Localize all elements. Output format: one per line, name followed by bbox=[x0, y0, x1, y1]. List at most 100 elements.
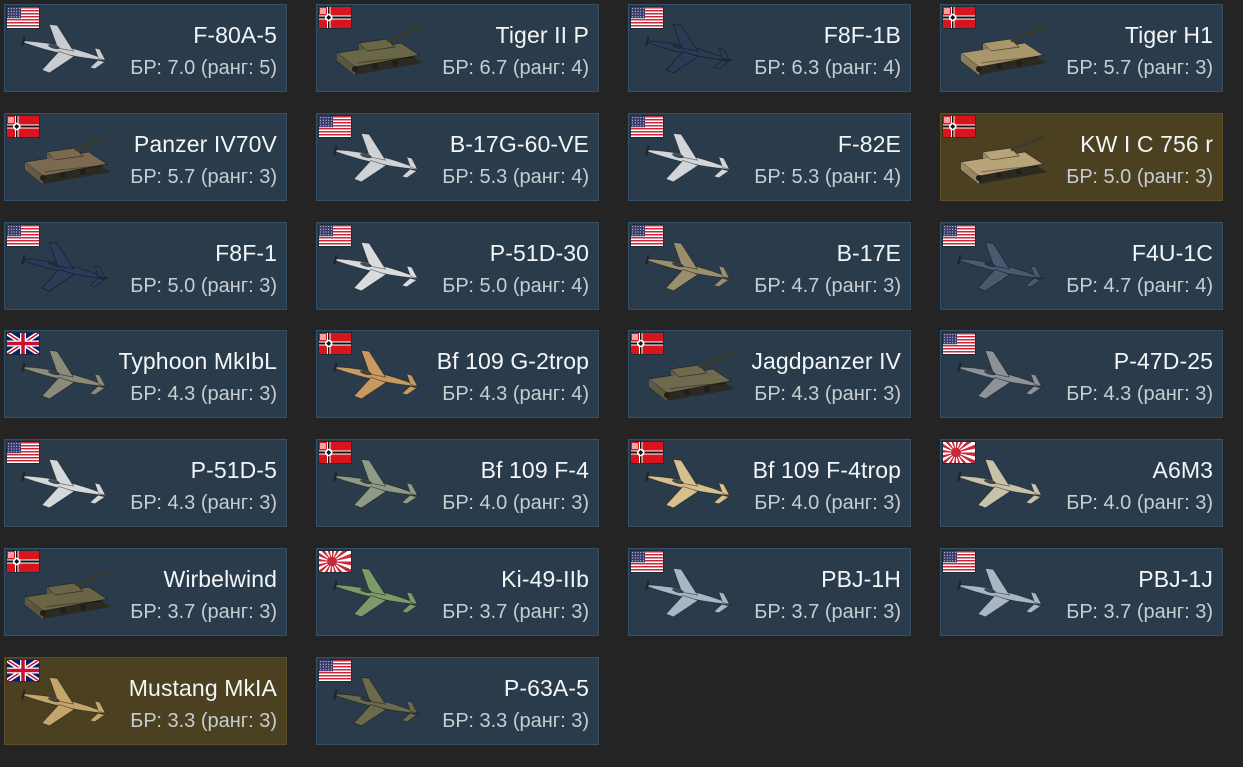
br-value: 4.3 bbox=[791, 383, 820, 406]
vehicle-card-pbj-1h[interactable]: PBJ-1H БР: 3.7 (ранг: 3) bbox=[628, 547, 911, 636]
br-prefix: БР: bbox=[754, 165, 786, 188]
br-prefix: БР: bbox=[442, 274, 474, 297]
vehicle-card-p-47d-25[interactable]: P-47D-25 БР: 4.3 (ранг: 3) bbox=[940, 330, 1223, 419]
rank-value: 3 bbox=[259, 165, 271, 188]
vehicle-card-jagdpanzer-iv[interactable]: Jagdpanzer IV БР: 4.3 (ранг: 3) bbox=[628, 330, 911, 419]
vehicle-card-f8f-1[interactable]: F8F-1 БР: 5.0 (ранг: 3) bbox=[4, 221, 287, 310]
vehicle-name: P-51D-5 bbox=[190, 457, 277, 484]
flag-usa-icon bbox=[942, 549, 976, 573]
vehicle-card-panzer-iv70v[interactable]: Panzer IV70V БР: 5.7 (ранг: 3) bbox=[4, 112, 287, 201]
vehicle-card-b-17e[interactable]: B-17E БР: 4.7 (ранг: 3) bbox=[628, 221, 911, 310]
rank-prefix: ранг: bbox=[207, 57, 254, 79]
flag-usa-icon bbox=[630, 223, 664, 247]
rank-value: 4 bbox=[1195, 274, 1207, 297]
flag-germany-icon bbox=[630, 441, 664, 465]
br-value: 6.3 bbox=[791, 57, 820, 79]
battle-rating: БР: 5.0 (ранг: 3) bbox=[130, 274, 277, 297]
br-value: 4.3 bbox=[167, 492, 196, 515]
rank-prefix: ранг: bbox=[831, 492, 878, 515]
rank-prefix: ранг: bbox=[519, 600, 566, 623]
br-prefix: БР: bbox=[130, 600, 162, 623]
vehicle-card-pbj-1j[interactable]: PBJ-1J БР: 3.7 (ранг: 3) bbox=[940, 547, 1223, 636]
vehicle-name: Jagdpanzer IV bbox=[751, 348, 901, 375]
battle-rating: БР: 3.7 (ранг: 3) bbox=[442, 600, 589, 623]
br-value: 4.3 bbox=[1103, 383, 1132, 406]
br-prefix: БР: bbox=[130, 383, 162, 406]
br-value: 5.7 bbox=[167, 165, 196, 188]
rank-value: 4 bbox=[883, 57, 895, 79]
vehicle-name: Tiger H1 bbox=[1124, 22, 1213, 48]
rank-prefix: ранг: bbox=[1143, 57, 1190, 79]
flag-germany-icon bbox=[942, 114, 976, 138]
vehicle-card-kw-i-c-756-r[interactable]: KW I C 756 r БР: 5.0 (ранг: 3) bbox=[940, 112, 1223, 201]
flag-usa-icon bbox=[6, 223, 40, 247]
br-prefix: БР: bbox=[1066, 165, 1098, 188]
rank-prefix: ранг: bbox=[519, 57, 566, 79]
vehicle-card-b-17g-60-ve[interactable]: B-17G-60-VE БР: 5.3 (ранг: 4) bbox=[316, 112, 599, 201]
br-value: 3.7 bbox=[1103, 600, 1132, 623]
battle-rating: БР: 6.3 (ранг: 4) bbox=[754, 57, 901, 79]
br-value: 4.0 bbox=[791, 492, 820, 515]
br-value: 3.3 bbox=[167, 709, 196, 732]
br-value: 5.0 bbox=[479, 274, 508, 297]
br-value: 3.7 bbox=[791, 600, 820, 623]
br-prefix: БР: bbox=[130, 57, 162, 79]
battle-rating: БР: 4.3 (ранг: 4) bbox=[442, 383, 589, 406]
vehicle-card-bf-109-f-4[interactable]: Bf 109 F-4 БР: 4.0 (ранг: 3) bbox=[316, 439, 599, 528]
vehicle-card-bf-109-f-4trop[interactable]: Bf 109 F-4trop БР: 4.0 (ранг: 3) bbox=[628, 439, 911, 528]
vehicle-card-ki-49-iib[interactable]: Ki-49-IIb БР: 3.7 (ранг: 3) bbox=[316, 547, 599, 636]
flag-japan-icon bbox=[318, 549, 352, 573]
br-prefix: БР: bbox=[442, 383, 474, 406]
vehicle-card-p-51d-5[interactable]: P-51D-5 БР: 4.3 (ранг: 3) bbox=[4, 439, 287, 528]
vehicle-card-f4u-1c[interactable]: F4U-1C БР: 4.7 (ранг: 4) bbox=[940, 221, 1223, 310]
vehicle-card-a6m3[interactable]: A6M3 БР: 4.0 (ранг: 3) bbox=[940, 439, 1223, 528]
rank-value: 3 bbox=[571, 492, 583, 515]
battle-rating: БР: 5.3 (ранг: 4) bbox=[754, 165, 901, 188]
rank-value: 3 bbox=[259, 492, 271, 515]
br-value: 4.3 bbox=[167, 383, 196, 406]
battle-rating: БР: 6.7 (ранг: 4) bbox=[442, 57, 589, 79]
vehicle-name: B-17G-60-VE bbox=[449, 130, 589, 157]
rank-prefix: ранг: bbox=[519, 383, 566, 406]
br-value: 5.0 bbox=[167, 274, 196, 297]
flag-germany-icon bbox=[318, 441, 352, 465]
vehicle-card-tiger-ii-p[interactable]: Tiger II P БР: 6.7 (ранг: 4) bbox=[316, 4, 599, 92]
vehicle-card-wirbelwind[interactable]: Wirbelwind БР: 3.7 (ранг: 3) bbox=[4, 547, 287, 636]
br-prefix: БР: bbox=[754, 274, 786, 297]
vehicle-card-typhoon-mkibl[interactable]: Typhoon MkIbL БР: 4.3 (ранг: 3) bbox=[4, 330, 287, 419]
rank-value: 3 bbox=[883, 492, 895, 515]
br-prefix: БР: bbox=[754, 57, 786, 79]
br-value: 3.3 bbox=[479, 709, 508, 732]
br-value: 3.7 bbox=[167, 600, 196, 623]
vehicle-name: Tiger II P bbox=[495, 22, 589, 48]
br-prefix: БР: bbox=[1066, 600, 1098, 623]
rank-value: 3 bbox=[1195, 600, 1207, 623]
vehicle-card-tiger-h1[interactable]: Tiger H1 БР: 5.7 (ранг: 3) bbox=[940, 4, 1223, 92]
vehicle-name: Typhoon MkIbL bbox=[118, 348, 277, 375]
br-value: 4.7 bbox=[791, 274, 820, 297]
vehicle-name: F8F-1B bbox=[823, 22, 901, 48]
rank-value: 3 bbox=[571, 709, 583, 732]
vehicle-card-p-51d-30[interactable]: P-51D-30 БР: 5.0 (ранг: 4) bbox=[316, 221, 599, 310]
vehicle-name: Panzer IV70V bbox=[133, 130, 277, 157]
vehicle-card-f-82e[interactable]: F-82E БР: 5.3 (ранг: 4) bbox=[628, 112, 911, 201]
rank-value: 4 bbox=[571, 274, 583, 297]
vehicle-card-bf-109-g-2trop[interactable]: Bf 109 G-2trop БР: 4.3 (ранг: 4) bbox=[316, 330, 599, 419]
battle-rating: БР: 5.7 (ранг: 3) bbox=[1066, 57, 1213, 79]
vehicle-card-p-63a-5[interactable]: P-63A-5 БР: 3.3 (ранг: 3) bbox=[316, 656, 599, 745]
flag-usa-icon bbox=[318, 658, 352, 682]
rank-value: 3 bbox=[259, 274, 271, 297]
flag-usa-icon bbox=[630, 6, 664, 29]
vehicle-card-f8f-1b[interactable]: F8F-1B БР: 6.3 (ранг: 4) bbox=[628, 4, 911, 92]
flag-germany-icon bbox=[942, 6, 976, 29]
br-prefix: БР: bbox=[130, 274, 162, 297]
vehicle-name: P-63A-5 bbox=[503, 674, 589, 701]
rank-value: 5 bbox=[259, 57, 271, 79]
vehicle-card-mustang-mkia[interactable]: Mustang MkIA БР: 3.3 (ранг: 3) bbox=[4, 656, 287, 745]
battle-rating: БР: 3.3 (ранг: 3) bbox=[442, 709, 589, 732]
vehicle-card-f-80a-5[interactable]: F-80A-5 БР: 7.0 (ранг: 5) bbox=[4, 4, 287, 92]
rank-value: 3 bbox=[259, 709, 271, 732]
vehicle-name: PBJ-1J bbox=[1138, 565, 1213, 592]
rank-prefix: ранг: bbox=[519, 165, 566, 188]
br-prefix: БР: bbox=[1066, 383, 1098, 406]
